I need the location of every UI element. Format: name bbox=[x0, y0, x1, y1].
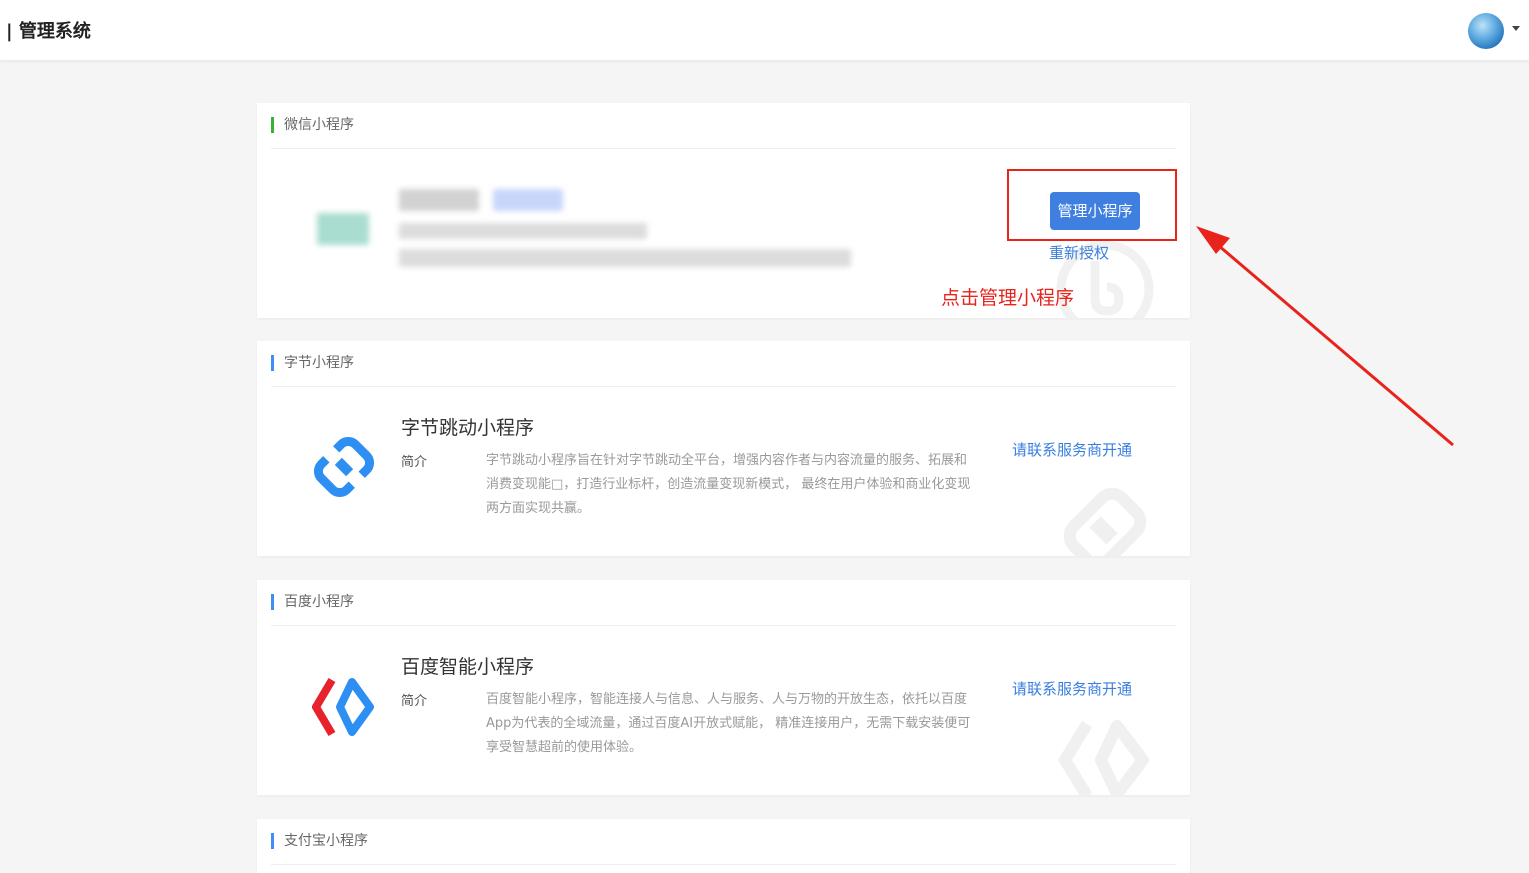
manage-miniprogram-button[interactable]: 管理小程序 bbox=[1050, 192, 1140, 230]
alipay-section: 支付宝小程序 bbox=[257, 819, 1190, 873]
wechat-section: 微信小程序 管理小程序 重新授权 点击管理小程序 bbox=[257, 103, 1190, 318]
divider bbox=[271, 148, 1176, 149]
section-title: 微信小程序 bbox=[271, 117, 354, 133]
blurred-app-badge bbox=[493, 189, 563, 211]
contact-provider-link[interactable]: 请联系服务商开通 bbox=[1012, 678, 1132, 699]
app-name: 百度智能小程序 bbox=[401, 656, 535, 678]
app-title: | 管理系统 bbox=[6, 21, 91, 42]
user-avatar[interactable] bbox=[1468, 13, 1504, 49]
bytedance-section: 字节小程序 字节跳动小程序 简介 字节跳动小程序旨在针对字节跳动全平台，增强内容… bbox=[257, 341, 1190, 556]
baidu-watermark-icon bbox=[1057, 720, 1149, 795]
top-bar: | 管理系统 bbox=[0, 0, 1529, 60]
baidu-logo-icon bbox=[312, 677, 374, 737]
section-title: 字节小程序 bbox=[271, 355, 354, 371]
chevron-down-icon[interactable] bbox=[1512, 26, 1520, 31]
annotation-text: 点击管理小程序 bbox=[941, 287, 1075, 309]
intro-text: 字节跳动小程序旨在针对字节跳动全平台，增强内容作者与内容流量的服务、拓展和消费变… bbox=[486, 453, 971, 516]
app-name: 字节跳动小程序 bbox=[401, 417, 535, 439]
intro-label: 简介 bbox=[401, 694, 428, 709]
section-title: 百度小程序 bbox=[271, 594, 354, 610]
divider bbox=[271, 386, 1176, 387]
divider bbox=[271, 625, 1176, 626]
blurred-app-info bbox=[399, 223, 647, 239]
bytedance-logo-icon bbox=[313, 436, 375, 498]
intro-label: 简介 bbox=[401, 455, 428, 470]
blurred-app-logo bbox=[317, 213, 369, 245]
reauthorize-link[interactable]: 重新授权 bbox=[1049, 242, 1109, 263]
divider bbox=[271, 864, 1176, 865]
bytedance-watermark-icon bbox=[1063, 487, 1147, 556]
contact-provider-link[interactable]: 请联系服务商开通 bbox=[1012, 439, 1132, 460]
blurred-app-name bbox=[399, 189, 479, 211]
intro-text: 百度智能小程序，智能连接人与信息、人与服务、人与万物的开放生态，依托以百度App… bbox=[486, 692, 971, 755]
section-title: 支付宝小程序 bbox=[271, 833, 368, 849]
baidu-section: 百度小程序 百度智能小程序 简介 百度智能小程序，智能连接人与信息、人与服务、人… bbox=[257, 580, 1190, 795]
blurred-app-detail bbox=[399, 249, 851, 267]
